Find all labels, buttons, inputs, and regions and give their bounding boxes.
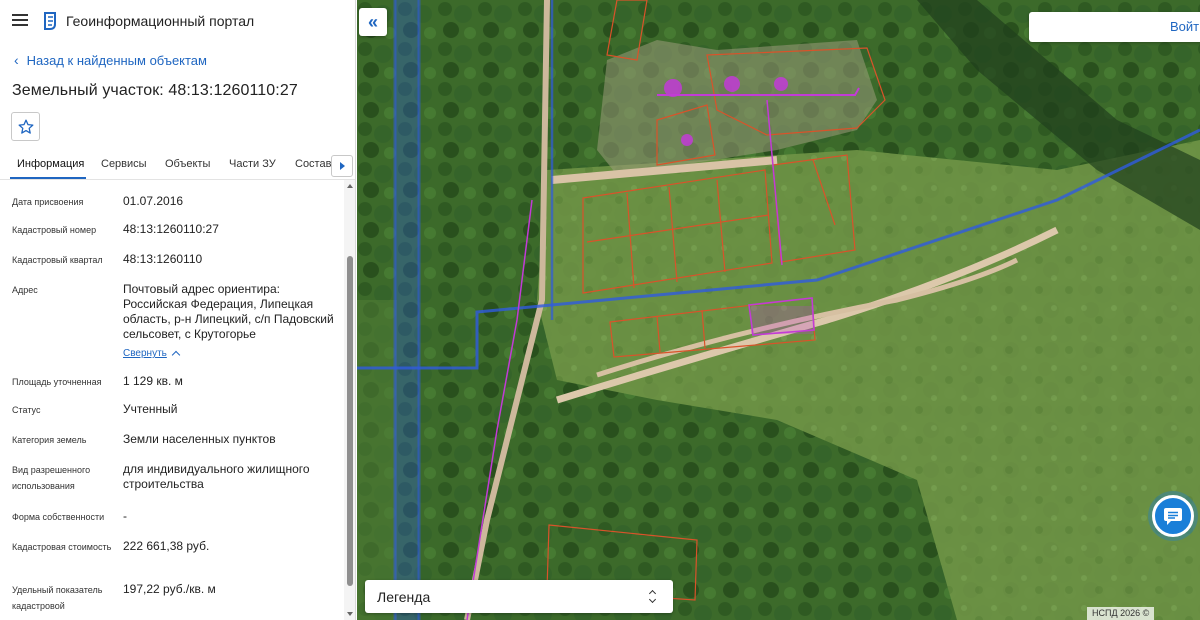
scroll-down-icon[interactable]	[347, 612, 353, 616]
info-label: Кадастровый квартал	[12, 255, 103, 265]
login-button[interactable]: Войти	[1029, 12, 1200, 42]
info-label: Адрес	[12, 285, 38, 295]
tab-parts[interactable]: Части ЗУ	[229, 158, 276, 170]
info-label: Кадастровая стоимость	[12, 542, 112, 552]
collapse-label: Свернуть	[123, 348, 167, 359]
tabs-next-button[interactable]	[331, 155, 353, 177]
info-value: 48:13:1260110:27	[123, 222, 219, 236]
info-label: Вид разрешенного использования	[12, 465, 91, 491]
info-label: Категория земель	[12, 435, 87, 445]
page-title: Земельный участок: 48:13:1260110:27	[12, 82, 298, 99]
info-label: Удельный показатель кадастровой	[12, 585, 103, 611]
collapse-address-link[interactable]: Свернуть	[123, 346, 181, 361]
scroll-up-icon[interactable]	[347, 184, 353, 188]
star-icon	[18, 119, 33, 134]
info-value: 48:13:1260110	[123, 252, 203, 266]
info-value: Земли населенных пунктов	[123, 432, 276, 446]
scroll-thumb[interactable]	[347, 256, 353, 586]
info-label: Кадастровый номер	[12, 225, 97, 235]
favorite-button[interactable]	[11, 112, 40, 141]
info-label: Статус	[12, 405, 41, 415]
tab-info[interactable]: Информация	[17, 158, 84, 170]
double-chevron-left-icon[interactable]: «	[359, 8, 387, 36]
info-value: для индивидуального жилищного строительс…	[123, 462, 310, 491]
info-value: Почтовый адрес ориентира: Российская Фед…	[123, 282, 335, 361]
info-value: 197,22 руб./кв. м	[123, 582, 216, 596]
info-value: 1 129 кв. м	[123, 374, 183, 388]
chat-button[interactable]	[1152, 495, 1194, 537]
info-scrollbar[interactable]	[344, 180, 355, 620]
back-link-label: Назад к найденным объектам	[26, 52, 207, 68]
logo-icon	[44, 12, 56, 30]
address-text: Почтовый адрес ориентира: Российская Фед…	[123, 282, 334, 341]
info-value: 01.07.2016	[123, 194, 184, 208]
info-value: Учтенный	[123, 402, 178, 416]
info-value: 222 661,38 руб.	[123, 539, 210, 553]
tab-bar: Информация Сервисы Объекты Части ЗУ Сост…	[0, 150, 355, 180]
map-attribution: НСПД 2026 ©	[1087, 607, 1155, 620]
up-down-icon	[648, 589, 658, 605]
tab-composition[interactable]: Состав	[295, 158, 331, 170]
info-list: Дата присвоения 01.07.2016 Кадастровый н…	[0, 180, 344, 620]
info-label: Площадь уточненная	[12, 377, 102, 387]
satellite-map[interactable]	[357, 0, 1200, 620]
legend-label: Легенда	[377, 589, 431, 605]
chat-icon	[1164, 508, 1182, 525]
chevron-right-icon	[339, 162, 345, 170]
top-bar: Геоинформационный портал	[0, 0, 355, 42]
info-label: Дата присвоения	[12, 197, 84, 207]
info-label: Форма собственности	[12, 512, 105, 522]
legend-dropdown[interactable]: Легенда	[365, 580, 673, 613]
info-value: -	[123, 509, 127, 523]
app-title: Геоинформационный портал	[66, 13, 255, 29]
back-to-results-link[interactable]: ‹ Назад к найденным объектам	[14, 52, 207, 68]
chevron-left-icon: ‹	[14, 52, 19, 68]
tab-services[interactable]: Сервисы	[101, 158, 147, 170]
login-label: Войти	[1170, 19, 1200, 34]
hamburger-icon[interactable]	[12, 14, 28, 27]
chevron-up-icon	[171, 350, 181, 360]
active-tab-indicator	[10, 177, 86, 179]
tab-objects[interactable]: Объекты	[165, 158, 210, 170]
map-view[interactable]: « Войти Легенда НСПД 2026 ©	[357, 0, 1200, 620]
object-info-panel: Геоинформационный портал ‹ Назад к найде…	[0, 0, 356, 620]
